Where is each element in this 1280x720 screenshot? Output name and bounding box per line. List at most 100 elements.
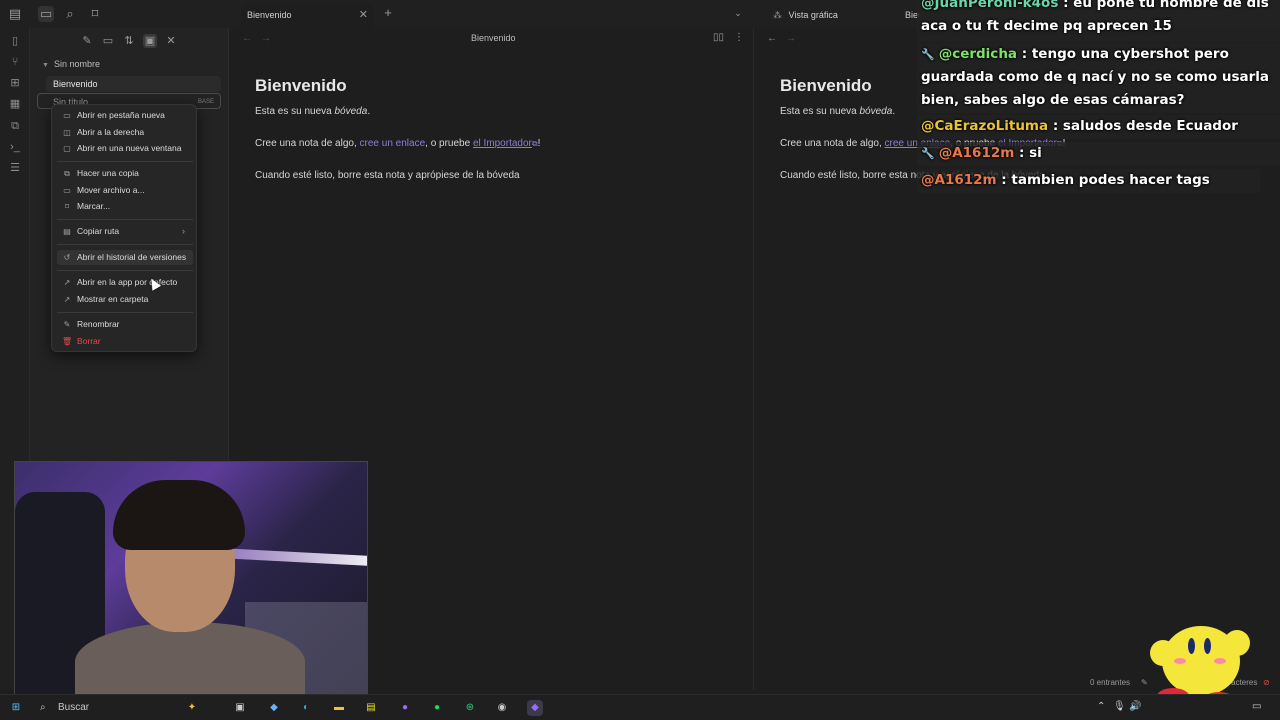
- menu-item-label: Abrir en pestaña nueva: [77, 110, 165, 120]
- copilot-icon[interactable]: ✦: [184, 700, 200, 716]
- wrench-icon: 🔧: [921, 147, 935, 160]
- internal-link[interactable]: cree un enlace: [360, 138, 426, 149]
- forward-arrow-icon[interactable]: →: [261, 33, 271, 44]
- menu-item-delete[interactable]: 🗑 Borrar: [57, 334, 193, 349]
- menu-item-label: Copiar ruta: [77, 226, 120, 236]
- menu-item-label: Abrir el historial de versiones: [77, 252, 187, 262]
- menu-item-make-copy[interactable]: ⧉ Hacer una copia: [57, 166, 193, 181]
- files-icon[interactable]: ▭: [38, 6, 54, 22]
- history-icon: ↺: [63, 253, 71, 262]
- menu-separator: [57, 161, 193, 162]
- menu-item-label: Borrar: [77, 336, 101, 346]
- sort-icon[interactable]: ⇅: [122, 34, 136, 48]
- discord-icon[interactable]: ●: [397, 700, 413, 716]
- volume-icon[interactable]: 🔊: [1129, 701, 1141, 712]
- menu-item-open-right[interactable]: ◫ Abrir a la derecha: [57, 125, 193, 140]
- new-note-icon[interactable]: ✎: [80, 34, 94, 48]
- chat-username: @A1612m: [938, 145, 1015, 161]
- menu-item-label: Abrir en la app por defecto: [77, 277, 178, 287]
- file-icon[interactable]: ▯: [8, 34, 22, 48]
- kirby-cheek: [1214, 658, 1226, 664]
- notes-app-icon[interactable]: ▤: [363, 700, 379, 716]
- xbox-icon[interactable]: ⊛: [462, 700, 478, 716]
- calendar-icon[interactable]: ▦: [8, 97, 22, 111]
- chevron-up-icon[interactable]: ⌃: [1097, 701, 1105, 712]
- copy-icon[interactable]: ⧉: [8, 119, 22, 133]
- external-link-icon: ↗: [63, 278, 71, 287]
- bookmark-icon[interactable]: ⌑: [87, 6, 103, 22]
- close-icon[interactable]: ✕: [359, 4, 368, 26]
- led-strip: [214, 547, 367, 567]
- menu-item-rename[interactable]: ✎ Renombrar: [57, 317, 193, 332]
- file-item[interactable]: Bienvenido: [46, 76, 221, 92]
- windows-start-icon[interactable]: ⊞: [8, 700, 24, 716]
- person-hair: [113, 480, 245, 550]
- kirby-cheek: [1174, 658, 1186, 664]
- sidebar-toggle-icon[interactable]: ▤: [7, 6, 23, 22]
- close-icon[interactable]: ✕: [164, 34, 178, 48]
- file-explorer-icon[interactable]: ▬: [331, 700, 347, 716]
- chat-message: 🔧 @A1612m : si: [917, 142, 1280, 166]
- menu-item-label: Mostrar en carpeta: [77, 294, 149, 304]
- collapse-icon[interactable]: ▣: [143, 34, 157, 48]
- note-heading: Bienvenido: [780, 76, 872, 95]
- menu-separator: [57, 219, 193, 220]
- pencil-icon: ✎: [63, 320, 71, 329]
- copy-icon: ⧉: [64, 169, 70, 178]
- menu-item-move-file[interactable]: ▭ Mover archivo a...: [57, 183, 193, 198]
- chat-text: : si: [1014, 145, 1042, 161]
- chevron-down-icon[interactable]: ⌄: [730, 5, 746, 21]
- note-paragraph: Esta es su nueva bóveda.: [780, 106, 895, 117]
- search-icon[interactable]: ⌕: [62, 6, 78, 22]
- menu-item-open-new-tab[interactable]: ▭ Abrir en pestaña nueva: [57, 108, 193, 123]
- obs-icon[interactable]: ◉: [494, 700, 510, 716]
- menu-item-label: Abrir a la derecha: [77, 127, 145, 137]
- back-arrow-icon[interactable]: ←: [767, 33, 777, 44]
- context-menu: ▭ Abrir en pestaña nueva ◫ Abrir a la dere…: [51, 104, 197, 352]
- task-view-icon[interactable]: ▣: [232, 700, 248, 716]
- menu-item-show-in-folder[interactable]: ↗ Mostrar en carpeta: [57, 292, 193, 307]
- spotify-icon[interactable]: ●: [429, 700, 445, 716]
- emphasis-text: bóveda: [334, 106, 368, 117]
- tab-label: Bienvenido: [247, 10, 292, 20]
- grid-icon[interactable]: ⊞: [8, 76, 22, 90]
- menu-item-bookmark[interactable]: ⌑ Marcar...: [57, 199, 193, 214]
- text: !: [537, 138, 541, 149]
- trash-icon: 🗑: [62, 337, 73, 346]
- forward-arrow-icon[interactable]: →: [786, 33, 796, 44]
- tab-vista-grafica[interactable]: ⁂ Vista gráfica: [767, 4, 897, 28]
- reading-view-icon[interactable]: ▯▯: [713, 32, 724, 43]
- obsidian-icon[interactable]: ◆: [527, 700, 543, 716]
- edge-icon[interactable]: ◐: [298, 700, 314, 716]
- copilot-app-icon[interactable]: ◆: [266, 700, 282, 716]
- text: .: [367, 106, 371, 117]
- menu-item-copy-path[interactable]: ▤ Copiar ruta ›: [57, 224, 193, 239]
- external-link[interactable]: el Importador: [473, 138, 532, 149]
- tab-bienvenido[interactable]: Bienvenido ✕: [241, 4, 374, 28]
- notification-icon[interactable]: ▭: [1252, 701, 1261, 712]
- menu-item-version-history[interactable]: ↺ Abrir el historial de versiones: [57, 250, 193, 265]
- sync-status-icon[interactable]: ⊘: [1263, 678, 1270, 687]
- windows-taskbar: ⊞ ⌕ Buscar ✦ ▣ ◆ ◐ ▬ ▤ ● ● ⊛ ◉ ◆ ⌃ 🎙 🔊 ▭: [0, 694, 1280, 720]
- backlinks-count[interactable]: 0 entrantes: [1090, 678, 1130, 687]
- microphone-icon[interactable]: 🎙: [1113, 701, 1126, 712]
- back-arrow-icon[interactable]: ←: [242, 33, 252, 44]
- menu-item-open-default-app[interactable]: ↗ Abrir en la app por defecto: [57, 275, 193, 290]
- new-folder-icon[interactable]: ▭: [101, 34, 115, 48]
- new-tab-icon[interactable]: +: [380, 5, 396, 21]
- vault-name: Sin nombre: [53, 59, 100, 69]
- chat-username: @cerdicha: [938, 46, 1018, 62]
- wrench-icon: 🔧: [921, 48, 935, 61]
- pane-title: Bienvenido: [471, 33, 516, 43]
- chat-message: 🔧 @cerdicha : tengo una cybershot pero gu…: [917, 43, 1280, 113]
- more-options-icon[interactable]: ⋮: [734, 32, 744, 43]
- graph-icon[interactable]: ⑂: [8, 55, 22, 69]
- terminal-icon[interactable]: ›_: [8, 140, 22, 154]
- pencil-icon[interactable]: ✎: [1141, 678, 1148, 687]
- list-icon[interactable]: ☰: [8, 161, 22, 175]
- tab-bienvenido-right[interactable]: Bienvenido: [899, 4, 919, 28]
- text: Esta es su nueva: [255, 106, 335, 117]
- vault-root[interactable]: ▼ Sin nombre: [42, 59, 100, 69]
- text: Cree una nota de algo,: [255, 138, 360, 149]
- menu-item-open-new-window[interactable]: ▢ Abrir en una nueva ventana: [57, 141, 193, 156]
